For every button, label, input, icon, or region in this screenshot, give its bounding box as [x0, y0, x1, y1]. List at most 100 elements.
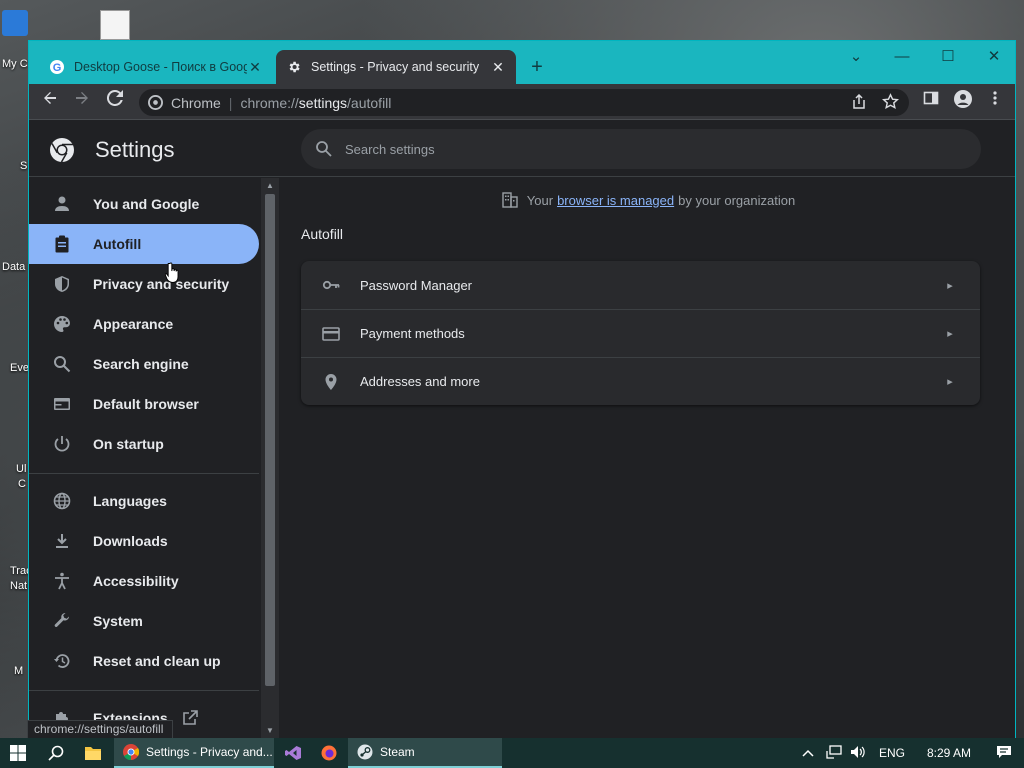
shield-icon [52, 274, 72, 294]
reload-button[interactable] [103, 89, 127, 114]
chevron-up-icon[interactable] [798, 746, 818, 760]
tab-settings[interactable]: Settings - Privacy and security ✕ [276, 50, 516, 84]
sidebar-item-default-browser[interactable]: Default browser [29, 384, 259, 424]
browser-window: G Desktop Goose - Поиск в Googl ✕ Settin… [28, 40, 1016, 740]
taskbar-item-steam[interactable]: Steam [348, 738, 502, 768]
speaker-icon[interactable] [846, 745, 870, 762]
chevron-right-icon: ▸ [947, 376, 953, 388]
managed-notice: Your browser is managed by your organiza… [280, 191, 1016, 209]
start-button[interactable] [0, 738, 36, 768]
taskbar-item-firefox[interactable] [312, 738, 346, 768]
desktop-file-icon[interactable] [100, 10, 130, 40]
sidebar-item-on-startup[interactable]: On startup [29, 424, 259, 464]
globe-icon [52, 491, 72, 511]
tab-search-button[interactable]: ⌄ [833, 45, 879, 69]
back-button[interactable] [38, 90, 62, 114]
power-icon [52, 434, 72, 454]
svg-text:G: G [53, 62, 62, 74]
scroll-down-arrow-icon[interactable]: ▼ [265, 726, 275, 736]
url-host: settings [298, 94, 348, 111]
sidebar-item-autofill[interactable]: Autofill [29, 224, 259, 264]
sidebar-item-privacy[interactable]: Privacy and security [29, 264, 259, 304]
tab-strip: G Desktop Goose - Поиск в Googl ✕ Settin… [29, 41, 1015, 84]
payment-methods-row[interactable]: Payment methods ▸ [301, 309, 980, 357]
system-tray: ENG 8:29 AM [798, 738, 1024, 768]
wrench-icon [52, 611, 72, 631]
autofill-card: Password Manager ▸ Payment methods ▸ Add… [301, 261, 980, 405]
building-icon [502, 192, 518, 208]
section-title: Autofill [301, 226, 344, 242]
new-tab-button[interactable]: + [526, 56, 548, 78]
download-icon [52, 531, 72, 551]
search-icon [52, 354, 72, 374]
sidebar-scrollbar[interactable]: ▲ ▼ [261, 178, 279, 740]
tab-title: Desktop Goose - Поиск в Googl [74, 60, 247, 74]
side-panel-icon [923, 91, 939, 105]
tab-close-icon[interactable]: ✕ [247, 59, 263, 76]
row-label: Payment methods [360, 326, 465, 341]
row-label: Addresses and more [360, 374, 480, 389]
scrollbar-thumb[interactable] [265, 194, 275, 686]
restore-icon [52, 651, 72, 671]
taskbar-item-label: Steam [380, 745, 415, 759]
password-manager-row[interactable]: Password Manager ▸ [301, 261, 980, 309]
sidebar-item-label: Privacy and security [93, 276, 230, 292]
sidebar-item-reset[interactable]: Reset and clean up [29, 641, 259, 681]
addresses-row[interactable]: Addresses and more ▸ [301, 357, 980, 405]
sidebar-item-label: Languages [93, 493, 167, 509]
minimize-button[interactable]: — [879, 45, 925, 69]
nav-divider [29, 473, 259, 474]
google-icon: G [49, 59, 65, 75]
accessibility-icon [52, 571, 72, 591]
close-window-button[interactable]: ✕ [971, 45, 1017, 69]
managed-notice-prefix: Your [526, 192, 554, 208]
sidebar-item-appearance[interactable]: Appearance [29, 304, 259, 344]
menu-button[interactable] [983, 90, 1007, 114]
desktop-icon-my-computer[interactable] [0, 10, 30, 36]
sidebar-item-you-and-google[interactable]: You and Google [29, 184, 259, 224]
chevron-right-icon: ▸ [947, 279, 953, 292]
sidebar-item-label: Accessibility [93, 573, 179, 589]
sidebar-item-accessibility[interactable]: Accessibility [29, 561, 259, 601]
desktop-icon-label: S [20, 160, 28, 172]
palette-icon [52, 314, 72, 334]
profile-button[interactable] [951, 90, 975, 114]
desktop-icon-label: Data [2, 261, 26, 273]
side-panel-button[interactable] [919, 90, 943, 114]
sidebar-item-system[interactable]: System [29, 601, 259, 641]
address-bar[interactable]: Chrome | chrome:// settings /autofill [139, 89, 909, 116]
share-icon[interactable] [851, 93, 867, 113]
bookmark-star-icon[interactable] [881, 93, 900, 113]
browser-managed-link[interactable]: browser is managed [557, 193, 674, 208]
sidebar-item-downloads[interactable]: Downloads [29, 521, 259, 561]
taskbar-search-button[interactable] [38, 738, 74, 768]
taskbar-file-explorer[interactable] [76, 738, 112, 768]
scroll-up-arrow-icon[interactable]: ▲ [265, 181, 275, 191]
location-pin-icon [321, 372, 341, 392]
external-link-icon [182, 710, 198, 725]
language-indicator[interactable]: ENG [874, 746, 910, 760]
sidebar-item-languages[interactable]: Languages [29, 481, 259, 521]
url-scheme: chrome:// [240, 94, 299, 111]
settings-search-input[interactable]: Search settings [301, 129, 981, 169]
browser-toolbar: Chrome | chrome:// settings /autofill [29, 84, 1015, 120]
managed-notice-suffix: by your organization [678, 192, 796, 208]
tab-desktop-goose[interactable]: G Desktop Goose - Поиск в Googl ✕ [39, 50, 273, 84]
taskbar: Settings - Privacy and... Steam ENG 8:29… [0, 738, 1024, 768]
kebab-menu-icon [993, 91, 997, 105]
visual-studio-icon [284, 744, 302, 762]
clock[interactable]: 8:29 AM [914, 746, 984, 760]
desktop-icon-label: My C [2, 58, 28, 70]
sidebar-item-search-engine[interactable]: Search engine [29, 344, 259, 384]
forward-button[interactable] [70, 90, 94, 114]
desktop-icon-label: Eve [10, 362, 29, 374]
row-label: Password Manager [360, 277, 472, 293]
search-icon [316, 141, 332, 157]
network-icon[interactable] [822, 744, 846, 762]
taskbar-item-chrome[interactable]: Settings - Privacy and... [114, 738, 274, 768]
chrome-logo-icon [50, 138, 74, 163]
taskbar-item-visual-studio[interactable] [276, 738, 310, 768]
notification-center-icon[interactable] [984, 745, 1024, 762]
tab-close-icon[interactable]: ✕ [490, 59, 506, 76]
maximize-button[interactable]: ☐ [925, 45, 971, 69]
